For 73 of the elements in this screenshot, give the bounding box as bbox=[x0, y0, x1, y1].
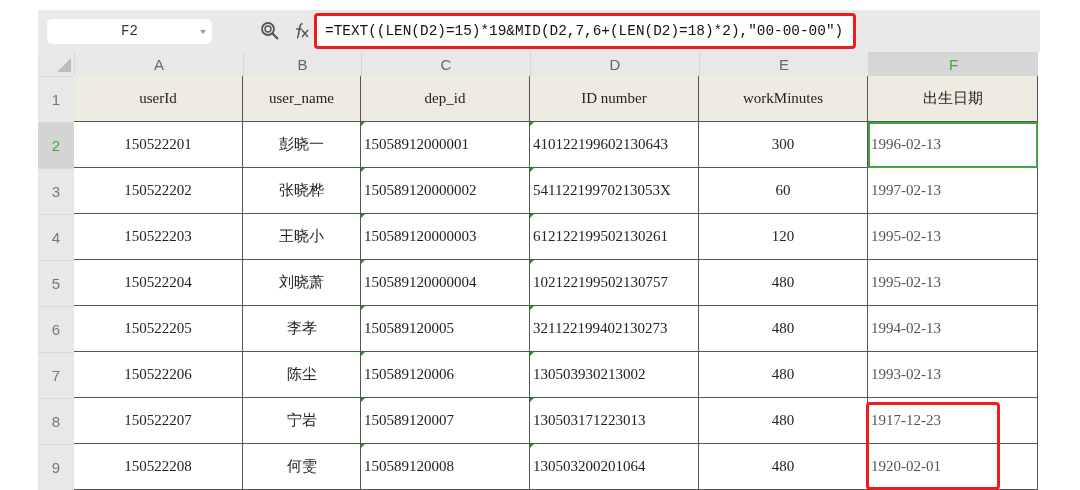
table-cell: 1997-02-13 bbox=[868, 168, 1038, 214]
table-cell: 150589120007 bbox=[361, 398, 530, 444]
table-cell: 60 bbox=[699, 168, 868, 214]
column-heading: dep_id bbox=[361, 76, 530, 122]
column-heading: ID number bbox=[530, 76, 699, 122]
table-cell: 150589120000004 bbox=[361, 260, 530, 306]
row-header[interactable]: 4 bbox=[38, 214, 74, 260]
table-cell: 102122199502130757 bbox=[530, 260, 699, 306]
table-cell: 1920-02-01 bbox=[868, 444, 1038, 490]
table-cell: 张晓桦 bbox=[243, 168, 361, 214]
cell-reference: F2 bbox=[121, 23, 138, 39]
column-header[interactable]: B bbox=[243, 52, 361, 76]
table-cell: 130503171223013 bbox=[530, 398, 699, 444]
table-cell: 1996-02-13 bbox=[868, 122, 1038, 168]
row-header[interactable]: 7 bbox=[38, 352, 74, 398]
table-cell: 150589120006 bbox=[361, 352, 530, 398]
table-cell: 1994-02-13 bbox=[868, 306, 1038, 352]
table-cell: 130503200201064 bbox=[530, 444, 699, 490]
table-cell: 150589120005 bbox=[361, 306, 530, 352]
table-cell: 李孝 bbox=[243, 306, 361, 352]
table-cell: 150522201 bbox=[74, 122, 243, 168]
table-cell: 480 bbox=[699, 306, 868, 352]
table-cell: 1995-02-13 bbox=[868, 214, 1038, 260]
table-cell: 刘晓萧 bbox=[243, 260, 361, 306]
column-heading: userId bbox=[74, 76, 243, 122]
column-header[interactable]: C bbox=[361, 52, 530, 76]
column-heading: 出生日期 bbox=[868, 76, 1038, 122]
table-cell: 120 bbox=[699, 214, 868, 260]
table-cell: 150522203 bbox=[74, 214, 243, 260]
caret-icon bbox=[200, 29, 206, 34]
table-cell: 1917-12-23 bbox=[868, 398, 1038, 444]
table-cell: 150589120000002 bbox=[361, 168, 530, 214]
table-cell: 150522204 bbox=[74, 260, 243, 306]
table-cell: 150522208 bbox=[74, 444, 243, 490]
table-cell: 321122199402130273 bbox=[530, 306, 699, 352]
table-cell: 何雯 bbox=[243, 444, 361, 490]
column-heading: user_name bbox=[243, 76, 361, 122]
table-cell: 150589120000003 bbox=[361, 214, 530, 260]
row-header[interactable]: 5 bbox=[38, 260, 74, 306]
table-cell: 480 bbox=[699, 398, 868, 444]
table-cell: 150522202 bbox=[74, 168, 243, 214]
row-header[interactable]: 2 bbox=[38, 122, 74, 168]
name-box[interactable]: F2 bbox=[47, 18, 212, 44]
table-cell: 480 bbox=[699, 444, 868, 490]
table-cell: 15058912000001 bbox=[361, 122, 530, 168]
table-cell: 150522205 bbox=[74, 306, 243, 352]
table-cell: 150522207 bbox=[74, 398, 243, 444]
table-cell: 480 bbox=[699, 260, 868, 306]
table-cell: 150522206 bbox=[74, 352, 243, 398]
column-heading: workMinutes bbox=[699, 76, 868, 122]
table-cell: 300 bbox=[699, 122, 868, 168]
row-header[interactable]: 8 bbox=[38, 398, 74, 444]
zoom-icon[interactable] bbox=[260, 21, 280, 41]
table-cell: 54112219970213053X bbox=[530, 168, 699, 214]
row-header[interactable]: 3 bbox=[38, 168, 74, 214]
column-header[interactable]: D bbox=[530, 52, 699, 76]
table-cell: 宁岩 bbox=[243, 398, 361, 444]
row-header[interactable]: 9 bbox=[38, 444, 74, 490]
table-cell: 480 bbox=[699, 352, 868, 398]
column-header[interactable]: E bbox=[699, 52, 868, 76]
table-cell: 1993-02-13 bbox=[868, 352, 1038, 398]
table-cell: 150589120008 bbox=[361, 444, 530, 490]
table-cell: 1995-02-13 bbox=[868, 260, 1038, 306]
column-header[interactable]: A bbox=[74, 52, 243, 76]
column-header[interactable]: F bbox=[868, 52, 1038, 76]
table-cell: 612122199502130261 bbox=[530, 214, 699, 260]
row-header[interactable]: 1 bbox=[38, 76, 74, 122]
table-cell: 130503930213002 bbox=[530, 352, 699, 398]
table-cell: 陈尘 bbox=[243, 352, 361, 398]
table-cell: 彭晓一 bbox=[243, 122, 361, 168]
table-cell: 王晓小 bbox=[243, 214, 361, 260]
row-header[interactable]: 6 bbox=[38, 306, 74, 352]
table-cell: 410122199602130643 bbox=[530, 122, 699, 168]
